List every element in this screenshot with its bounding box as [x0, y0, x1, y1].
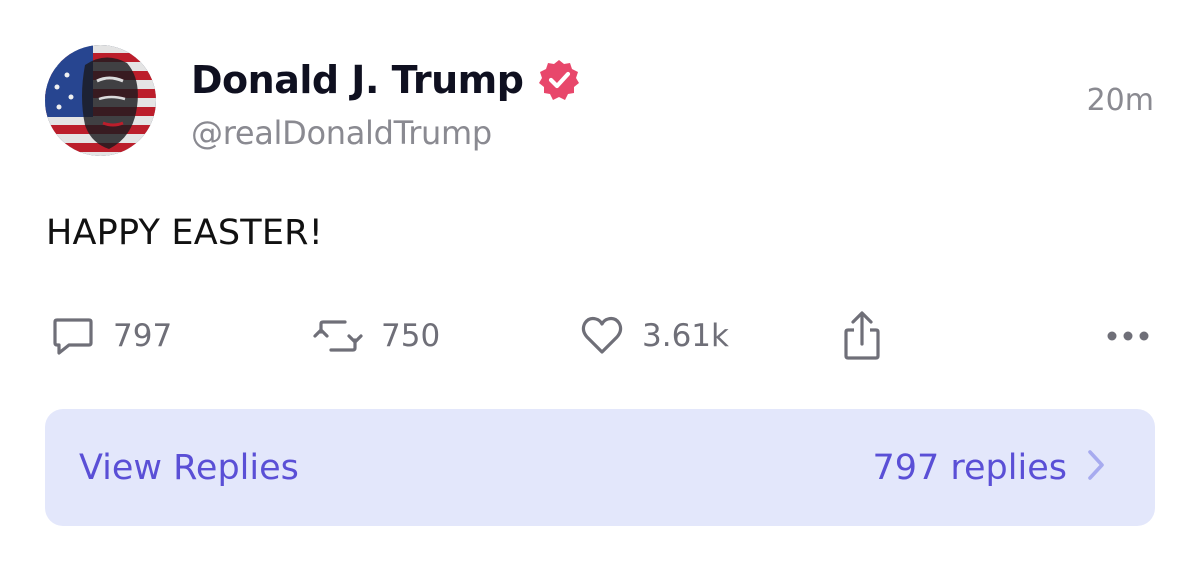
repost-icon [311, 312, 365, 360]
replies-summary: 797 replies [872, 448, 1105, 488]
avatar[interactable] [45, 45, 156, 156]
post-text: HAPPY EASTER! [46, 213, 323, 253]
replies-count-text: 797 replies [872, 447, 1067, 488]
more-options-button[interactable] [1106, 310, 1150, 362]
reply-button[interactable]: 797 [49, 310, 172, 362]
share-button[interactable] [838, 310, 886, 362]
verified-badge-icon [537, 58, 581, 102]
author-handle[interactable]: @realDonaldTrump [191, 114, 492, 152]
more-options-icon [1106, 330, 1150, 342]
repost-count: 750 [381, 318, 441, 354]
author-name-row: Donald J. Trump [191, 56, 581, 104]
like-count: 3.61k [642, 318, 729, 354]
share-icon [838, 310, 886, 362]
repost-button[interactable]: 750 [311, 310, 440, 362]
like-button[interactable]: 3.61k [578, 310, 729, 362]
view-replies-button[interactable]: View Replies 797 replies [45, 409, 1155, 526]
view-replies-label: View Replies [79, 447, 299, 488]
reply-count: 797 [113, 318, 173, 354]
heart-icon [578, 312, 626, 360]
author-display-name[interactable]: Donald J. Trump [191, 58, 524, 102]
comment-icon [49, 312, 97, 360]
chevron-right-icon [1087, 449, 1105, 486]
post-timestamp: 20m [1086, 83, 1154, 118]
